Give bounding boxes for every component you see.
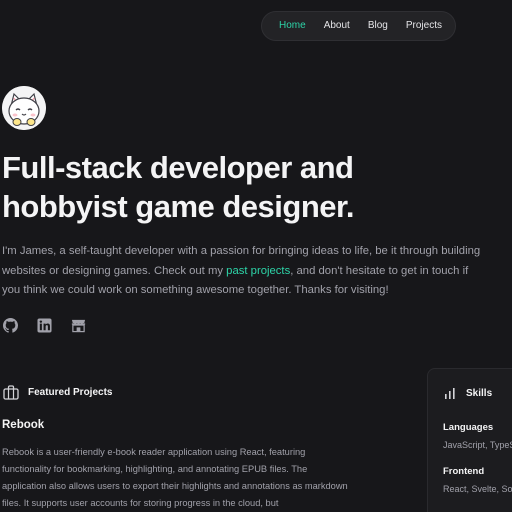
skills-items-frontend: React, Svelte, Solid xyxy=(443,484,512,494)
skills-items-languages: JavaScript, TypeScript xyxy=(443,440,512,450)
main-nav: Home About Blog Projects xyxy=(261,11,456,41)
skills-header: Skills xyxy=(444,387,492,399)
nav-about-link[interactable]: About xyxy=(324,21,350,31)
project-title[interactable]: Rebook xyxy=(2,419,44,431)
featured-projects-header: Featured Projects xyxy=(3,385,112,400)
featured-projects-label: Featured Projects xyxy=(28,387,113,398)
skills-panel: Skills Languages JavaScript, TypeScript … xyxy=(427,368,512,512)
page: Home About Blog Projects Full-stack deve… xyxy=(0,0,512,512)
headline-line-2: hobbyist game designer. xyxy=(2,189,354,224)
skills-category-frontend: Frontend xyxy=(443,466,485,477)
bar-chart-icon xyxy=(445,388,455,399)
nav-blog-link[interactable]: Blog xyxy=(368,21,388,31)
intro-paragraph: I'm James, a self-taught developer with … xyxy=(2,242,488,301)
past-projects-link[interactable]: past projects xyxy=(226,265,290,277)
skills-title: Skills xyxy=(466,387,493,399)
project-description: Rebook is a user-friendly e-book reader … xyxy=(2,447,348,508)
social-links xyxy=(3,318,86,333)
page-title: Full-stack developer and hobbyist game d… xyxy=(2,148,502,226)
storefront-icon[interactable] xyxy=(71,318,86,333)
nav-projects-link[interactable]: Projects xyxy=(406,21,442,31)
briefcase-icon xyxy=(3,385,19,400)
nav-home-link[interactable]: Home xyxy=(279,21,306,31)
headline-line-1: Full-stack developer and xyxy=(2,150,354,185)
avatar xyxy=(2,86,46,130)
linkedin-icon[interactable] xyxy=(37,318,52,333)
cat-avatar-icon xyxy=(2,86,46,130)
skills-category-languages: Languages xyxy=(443,422,494,433)
github-icon[interactable] xyxy=(3,318,18,333)
